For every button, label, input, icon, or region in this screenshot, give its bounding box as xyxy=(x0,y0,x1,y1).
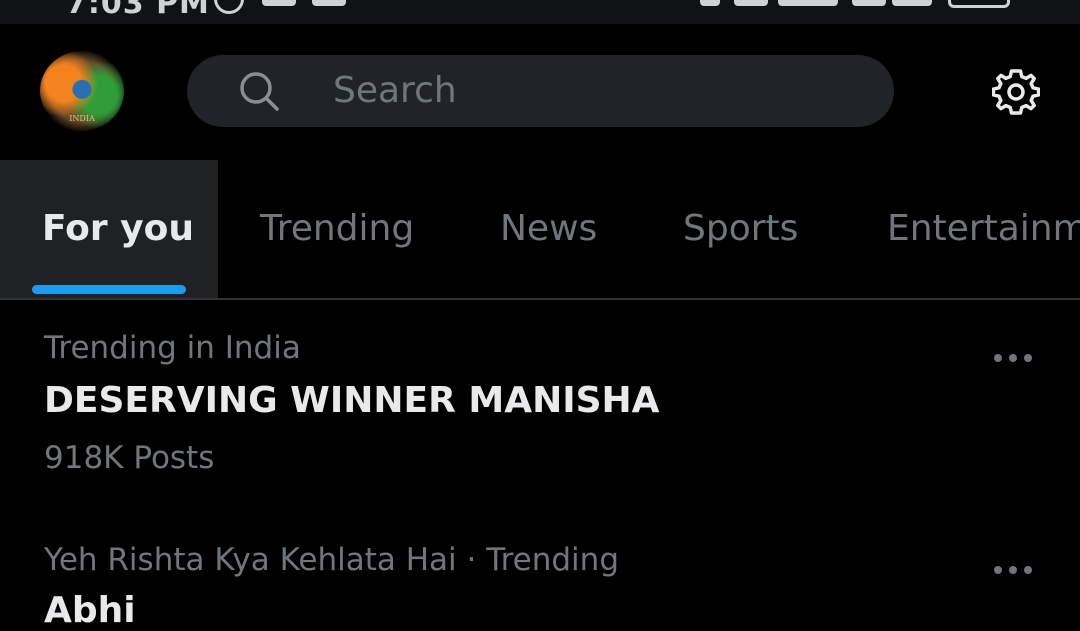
search-input[interactable]: Search xyxy=(333,69,457,113)
header: INDIA Search xyxy=(0,24,1080,160)
tab-news[interactable]: News xyxy=(500,160,597,298)
trend-context: Yeh Rishta Kya Kehlata Hai · Trending xyxy=(44,542,619,578)
more-options-icon[interactable] xyxy=(994,564,1034,576)
tab-bar: For you Trending News Sports Entertainme… xyxy=(0,160,1080,300)
tab-label: News xyxy=(500,208,598,249)
trend-post-count: 918K Posts xyxy=(44,440,215,476)
tab-for-you[interactable]: For you xyxy=(0,160,218,298)
trend-context: Trending in India xyxy=(44,330,301,366)
avatar-text: INDIA xyxy=(69,114,95,123)
trend-title: DESERVING WINNER MANISHA xyxy=(44,380,660,421)
tab-sports[interactable]: Sports xyxy=(683,160,798,298)
notification-icon xyxy=(312,0,346,6)
more-options-icon[interactable] xyxy=(994,352,1034,364)
tab-trending[interactable]: Trending xyxy=(260,160,414,298)
status-time: 7:03 PM xyxy=(66,0,210,21)
status-bar: 7:03 PM xyxy=(0,0,1080,24)
signal-icon xyxy=(778,0,838,6)
tab-entertainment[interactable]: Entertainment xyxy=(887,160,1080,298)
tab-label: Trending xyxy=(260,208,415,249)
volte-icon xyxy=(734,0,768,6)
tab-label: For you xyxy=(42,208,194,249)
trend-item[interactable]: Trending in India DESERVING WINNER MANIS… xyxy=(0,330,1080,510)
volte-icon xyxy=(852,0,886,6)
battery-icon xyxy=(948,0,1010,8)
tab-label: Entertainment xyxy=(887,208,1080,249)
search-icon xyxy=(240,72,279,111)
trend-title: Abhi xyxy=(44,590,136,631)
trend-item[interactable]: Yeh Rishta Kya Kehlata Hai · Trending Ab… xyxy=(0,542,1080,631)
tab-label: Sports xyxy=(683,208,799,249)
gear-icon[interactable] xyxy=(992,68,1040,116)
avatar[interactable]: INDIA xyxy=(40,51,124,131)
active-tab-indicator xyxy=(32,285,186,294)
notification-icon xyxy=(262,0,296,6)
signal-icon xyxy=(892,0,932,6)
wifi-icon xyxy=(700,0,720,6)
status-circle-icon xyxy=(214,0,244,14)
search-bar[interactable]: Search xyxy=(187,55,894,127)
